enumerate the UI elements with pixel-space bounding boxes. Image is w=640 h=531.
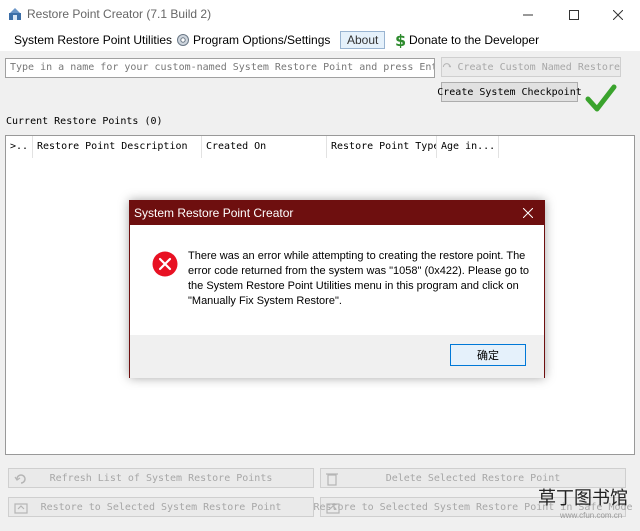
create-system-checkpoint-label: Create System Checkpoint [437,86,582,98]
dialog-close-button[interactable] [512,201,544,225]
gear-icon [177,34,189,46]
watermark-site: www.cfun.com.cn [560,511,623,520]
dialog-body: There was an error while attempting to c… [130,225,544,335]
svg-text:$: $ [395,32,406,48]
dollar-icon: $ [395,32,406,48]
refresh-icon [14,474,26,484]
close-button[interactable] [596,0,640,29]
error-dialog: System Restore Point Creator There was a… [129,200,545,378]
dialog-footer: 确定 [130,335,544,378]
restore-points-count-label: Current Restore Points (0) [6,116,163,127]
maximize-icon [569,9,579,20]
watermark-logo: 草丁图书馆 [538,484,628,510]
create-custom-named-restore-label: Create Custom Named Restore [457,61,620,73]
menu-program-options[interactable]: Program Options/Settings [193,29,330,51]
column-header-age[interactable]: Age in... [437,136,499,158]
restore-to-selected-label: Restore to Selected System Restore Point [40,501,282,513]
close-icon [523,208,533,218]
restore-name-input[interactable]: Type in a name for your custom-named Sys… [5,58,435,78]
create-system-checkpoint-button[interactable]: Create System Checkpoint [437,82,582,102]
maximize-button[interactable] [552,0,596,29]
refresh-icon [442,63,452,68]
restore-icon [326,503,340,514]
column-header-description[interactable]: Restore Point Description [33,136,202,158]
refresh-restore-points-button[interactable]: Refresh List of System Restore Points [8,468,314,488]
trash-icon [326,473,338,486]
dialog-title: System Restore Point Creator [134,206,294,220]
menu-about[interactable]: About [340,31,386,49]
checkmark-icon [585,84,617,112]
restore-to-selected-button[interactable]: Restore to Selected System Restore Point [8,497,314,517]
menu-donate[interactable]: Donate to the Developer [409,29,539,51]
ok-button[interactable]: 确定 [450,344,526,366]
column-header-created-on[interactable]: Created On [202,136,327,158]
list-header: >.. Restore Point Description Created On… [6,136,634,158]
refresh-restore-points-label: Refresh List of System Restore Points [49,472,273,484]
window-title: Restore Point Creator (7.1 Build 2) [27,7,212,21]
menu-system-restore-utilities[interactable]: System Restore Point Utilities [14,29,172,51]
app-icon [9,8,21,20]
column-header-expand[interactable]: >.. [6,136,33,158]
watermark-brand: 草丁图书馆 [538,488,628,509]
dialog-title-bar: System Restore Point Creator [130,201,544,225]
restore-icon [14,503,28,514]
dialog-message: There was an error while attempting to c… [188,250,530,307]
error-icon [152,251,178,277]
menu-bar: System Restore Point Utilities Program O… [0,29,640,51]
minimize-icon [523,14,533,15]
column-header-type[interactable]: Restore Point Type [327,136,437,158]
delete-restore-point-label: Delete Selected Restore Point [385,472,561,484]
close-icon [613,9,623,20]
title-bar: Restore Point Creator (7.1 Build 2) [0,0,640,29]
create-custom-named-restore-button[interactable]: Create Custom Named Restore [441,57,621,77]
minimize-button[interactable] [506,0,550,29]
